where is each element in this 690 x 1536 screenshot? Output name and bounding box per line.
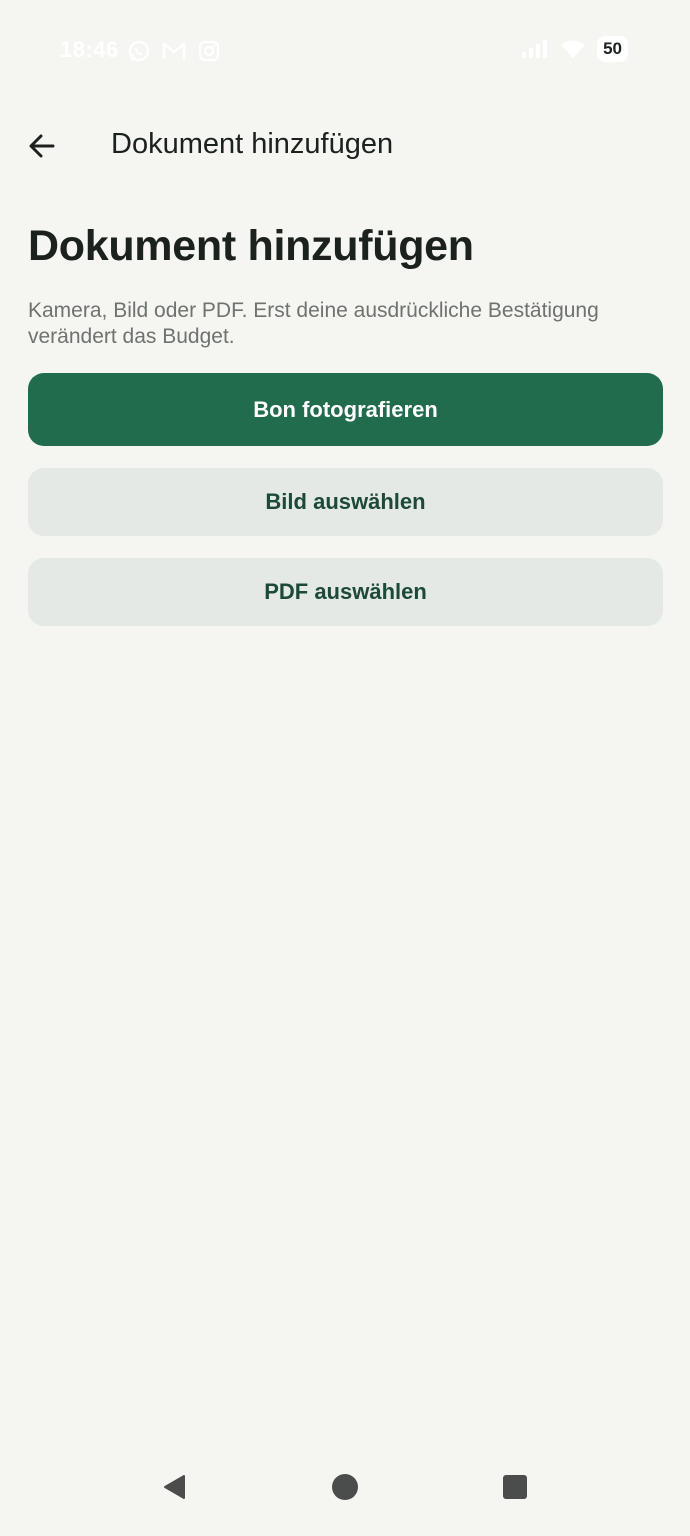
select-image-button[interactable]: Bild auswählen [28, 468, 663, 536]
nav-recents-button[interactable] [490, 1462, 540, 1512]
status-bar: 18:46 50 [0, 0, 690, 100]
page-heading: Dokument hinzufügen [28, 222, 474, 270]
top-app-bar: Dokument hinzufügen [0, 110, 690, 182]
gmail-icon [162, 42, 186, 59]
nav-recents-icon [503, 1475, 527, 1499]
nav-back-icon [164, 1475, 185, 1499]
page-description: Kamera, Bild oder PDF. Erst deine ausdrü… [28, 299, 599, 348]
top-bar-title: Dokument hinzufügen [111, 128, 394, 160]
arrow-left-icon [29, 134, 55, 158]
nav-home-button[interactable] [320, 1462, 370, 1512]
wifi-icon [561, 40, 586, 58]
select-pdf-button[interactable]: PDF auswählen [28, 558, 663, 626]
status-time: 18:46 [60, 37, 119, 62]
whatsapp-icon [128, 40, 150, 62]
signal-icon [522, 40, 548, 58]
nav-home-icon [332, 1474, 358, 1500]
take-photo-button[interactable]: Bon fotografieren [28, 373, 663, 446]
navigation-bar [0, 1456, 690, 1536]
battery-level: 50 [597, 36, 628, 62]
back-button[interactable] [18, 122, 66, 170]
notification-icons [127, 39, 221, 63]
instagram-icon [198, 40, 220, 62]
nav-back-button[interactable] [149, 1462, 199, 1512]
system-icons: 50 [521, 36, 628, 62]
